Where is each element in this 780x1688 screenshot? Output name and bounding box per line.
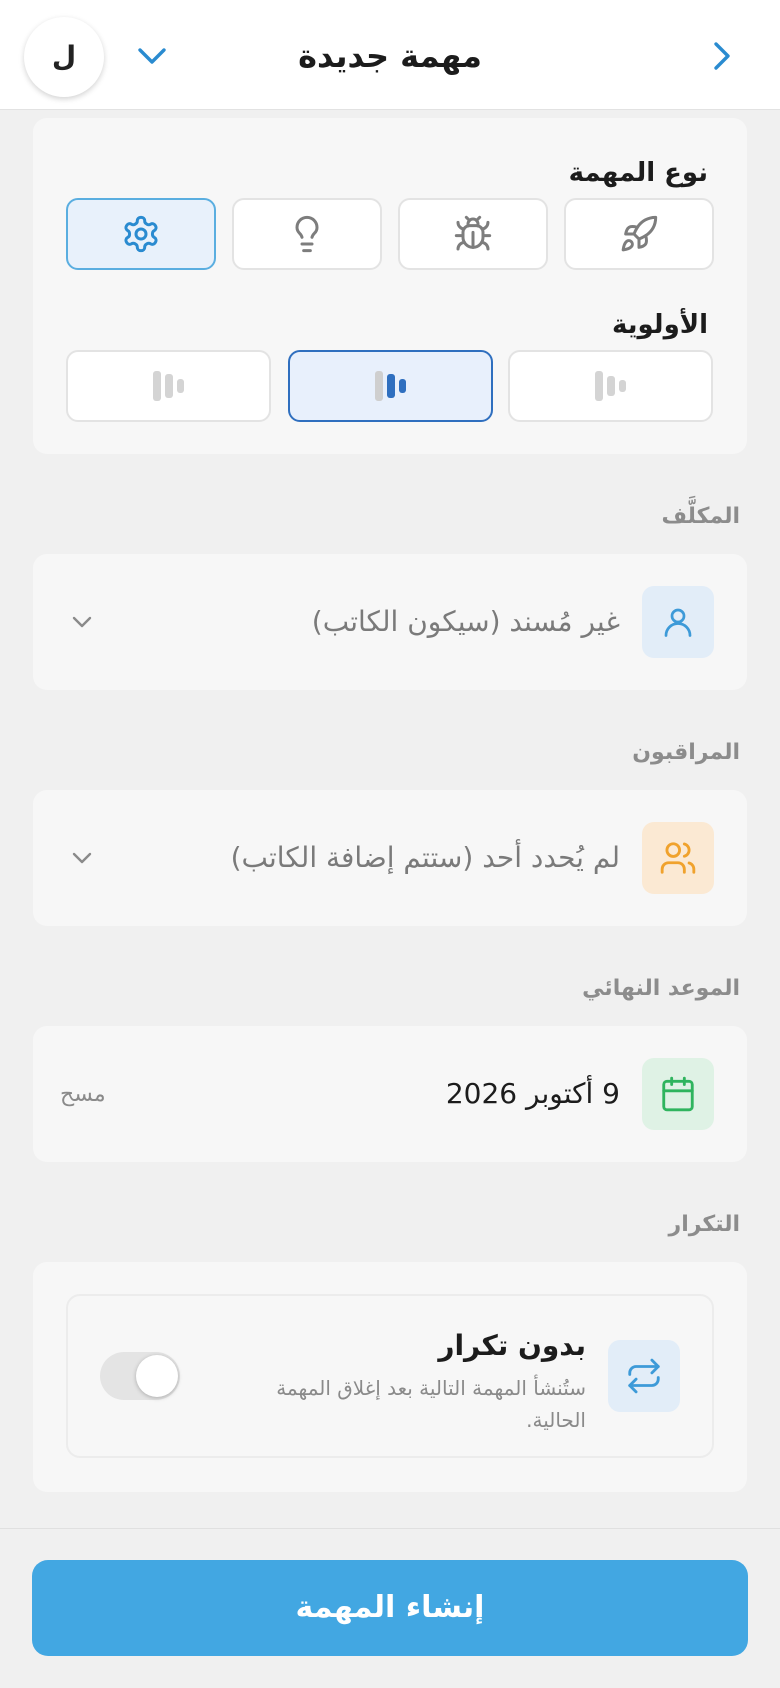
due-date-icon-tile: [642, 1058, 714, 1130]
chevron-down-icon: [72, 616, 92, 628]
user-icon: [664, 608, 692, 637]
priority-high-icon: [152, 371, 184, 401]
options-dropdown-button[interactable]: [128, 34, 176, 78]
task-type-bug[interactable]: [398, 198, 548, 270]
calendar-icon: [662, 1076, 694, 1112]
priority-low[interactable]: [508, 350, 713, 422]
assignee-dropdown[interactable]: [64, 604, 100, 640]
chevron-down-icon: [72, 852, 92, 864]
watchers-value: لم يُحدد أحد (ستتم إضافة الكاتب): [230, 841, 620, 874]
assignee-label: المكلَّف: [661, 504, 740, 529]
assignee-value: غير مُسند (سيكون الكاتب): [311, 605, 620, 638]
recurrence-description-line2: الحالية.: [526, 1408, 586, 1432]
priority-label: الأولوية: [611, 310, 708, 340]
create-task-button[interactable]: إنشاء المهمة: [32, 1560, 748, 1656]
toggle-knob: [136, 1355, 178, 1397]
task-type-label: نوع المهمة: [568, 158, 708, 188]
watchers-dropdown[interactable]: [64, 840, 100, 876]
watchers-icon-tile: [642, 822, 714, 894]
task-type-rocket[interactable]: [564, 198, 714, 270]
bug-icon: [454, 215, 492, 251]
assignee-icon-tile: [642, 586, 714, 658]
rocket-icon: [621, 215, 658, 252]
task-type-settings[interactable]: [66, 198, 216, 270]
page-title: مهمة جديدة: [298, 37, 482, 75]
footer-divider: [0, 1528, 780, 1529]
clear-due-date-button[interactable]: مسح: [60, 1078, 140, 1112]
recurrence-title: بدون تكرار: [438, 1329, 586, 1362]
recurrence-toggle[interactable]: [100, 1352, 180, 1400]
priority-low-icon: [594, 371, 626, 401]
recurrence-icon-tile: [608, 1340, 680, 1412]
chevron-down-icon: [138, 48, 166, 64]
priority-medium[interactable]: [288, 350, 493, 422]
recurrence-label: التكرار: [668, 1212, 740, 1237]
back-button[interactable]: [700, 34, 744, 78]
gear-icon: [124, 215, 158, 253]
due-date-label: الموعد النهائي: [582, 976, 740, 1001]
avatar[interactable]: ل: [24, 17, 104, 97]
watchers-label: المراقبون: [632, 740, 740, 765]
repeat-icon: [628, 1358, 660, 1394]
due-date-value: 9 أكتوبر 2026: [445, 1077, 620, 1110]
lightbulb-icon: [295, 215, 319, 253]
priority-high[interactable]: [66, 350, 271, 422]
chevron-right-icon: [714, 42, 730, 70]
users-icon: [660, 842, 696, 874]
task-type-idea[interactable]: [232, 198, 382, 270]
recurrence-description-line1: ستُنشأ المهمة التالية بعد إغلاق المهمة: [276, 1376, 586, 1400]
priority-medium-icon: [374, 371, 406, 401]
